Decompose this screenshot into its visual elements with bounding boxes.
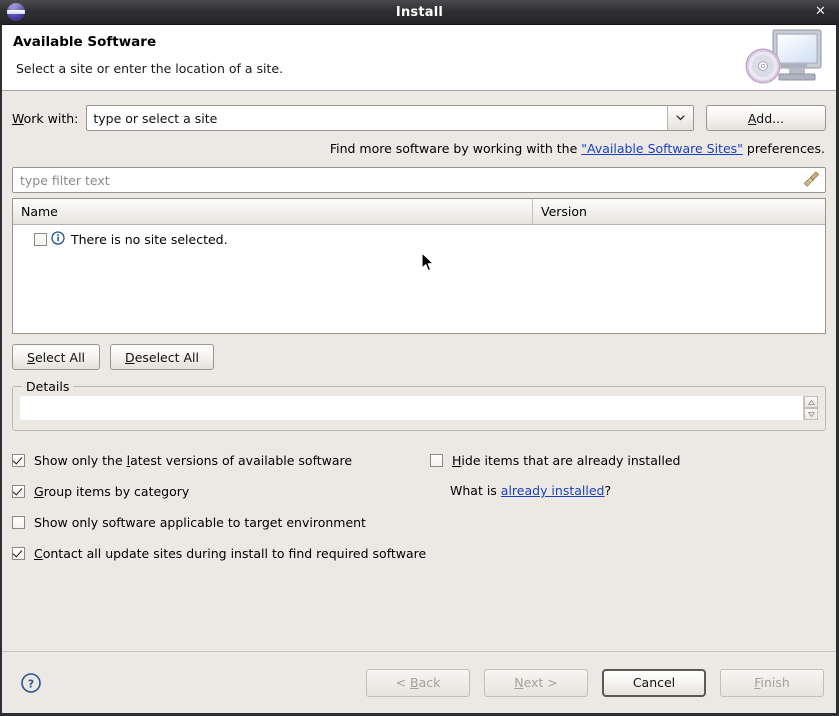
options-left-column: Show only the latest versions of availab… [12, 445, 432, 569]
add-button-rest: dd... [756, 111, 784, 126]
computer-with-disc-icon [741, 26, 827, 89]
cancel-button[interactable]: Cancel [602, 669, 706, 697]
help-question-icon[interactable]: ? [20, 672, 42, 694]
applicable-to-target-checkbox[interactable] [12, 516, 25, 529]
row-checkbox[interactable] [34, 233, 47, 246]
work-with-input[interactable]: type or select a site [87, 106, 667, 130]
install-dialog-window: Install ✕ Available Software Select a si… [0, 0, 839, 716]
work-with-label-mnemonic: W [12, 111, 24, 126]
row-name-label: There is no site selected. [71, 232, 228, 247]
column-header-name[interactable]: Name [13, 199, 533, 224]
close-icon[interactable]: ✕ [812, 3, 829, 20]
broom-icon[interactable] [800, 170, 822, 190]
work-with-combo[interactable]: type or select a site [86, 105, 694, 131]
find-more-text-after: preferences. [743, 141, 825, 156]
add-button-mnemonic: A [748, 111, 756, 126]
tree-body[interactable]: There is no site selected. [13, 225, 825, 333]
selection-buttons-row: Select All Deselect All [12, 344, 826, 370]
details-group-title: Details [22, 379, 73, 394]
title-bar: Install ✕ [0, 0, 839, 25]
scroll-down-arrow-icon[interactable] [804, 408, 818, 420]
work-with-label-rest: ork with: [24, 111, 79, 126]
page-title: Available Software [13, 34, 836, 50]
option-contact-all-update-sites[interactable]: Contact all update sites during install … [12, 538, 432, 569]
contact-all-update-sites-label: Contact all update sites during install … [34, 546, 426, 561]
column-header-version[interactable]: Version [533, 199, 825, 224]
table-row[interactable]: There is no site selected. [13, 229, 825, 249]
eclipse-logo-icon [7, 3, 25, 21]
group-by-category-checkbox[interactable] [12, 485, 25, 498]
finish-button[interactable]: Finish [720, 669, 824, 697]
show-latest-versions-label: Show only the latest versions of availab… [34, 453, 352, 468]
available-software-sites-link[interactable]: "Available Software Sites" [581, 141, 743, 156]
svg-text:?: ? [28, 677, 34, 690]
dialog-footer: ? < Back Next > Cancel Finish [2, 651, 836, 713]
wizard-banner: Available Software Select a site or ente… [2, 25, 836, 91]
hide-already-installed-checkbox[interactable] [430, 454, 443, 467]
page-subtitle: Select a site or enter the location of a… [16, 61, 836, 76]
what-is-text-after: ? [604, 483, 611, 498]
dialog-body: Work with: type or select a site Add... … [2, 91, 836, 651]
find-more-text-before: Find more software by working with the [330, 141, 581, 156]
select-all-button[interactable]: Select All [12, 344, 100, 370]
deselect-all-mnemonic: D [125, 350, 135, 365]
filter-input[interactable]: type filter text [13, 173, 800, 188]
options-section: Show only the latest versions of availab… [12, 445, 826, 555]
deselect-all-rest: eselect All [135, 350, 199, 365]
option-group-by-category[interactable]: Group items by category [12, 476, 432, 507]
what-is-text-before: What is [450, 483, 501, 498]
select-all-rest: elect All [35, 350, 85, 365]
group-by-category-label: Group items by category [34, 484, 189, 499]
find-more-software-line: Find more software by working with the "… [12, 141, 826, 156]
next-button[interactable]: Next > [484, 669, 588, 697]
window-title: Install [0, 5, 839, 20]
option-applicable-to-target[interactable]: Show only software applicable to target … [12, 507, 432, 538]
option-hide-already-installed[interactable]: Hide items that are already installed [430, 445, 830, 476]
info-icon [51, 231, 65, 248]
hide-already-installed-label: Hide items that are already installed [452, 453, 680, 468]
details-content [20, 396, 803, 420]
contact-all-update-sites-checkbox[interactable] [12, 547, 25, 560]
details-text-area[interactable] [19, 395, 819, 421]
option-show-latest-versions[interactable]: Show only the latest versions of availab… [12, 445, 432, 476]
tree-header: Name Version [13, 199, 825, 225]
show-latest-versions-checkbox[interactable] [12, 454, 25, 467]
back-button[interactable]: < Back [366, 669, 470, 697]
filter-field[interactable]: type filter text [12, 167, 826, 193]
chevron-down-icon[interactable] [667, 106, 693, 130]
scroll-up-arrow-icon[interactable] [804, 396, 818, 408]
details-group: Details [12, 386, 826, 431]
already-installed-link[interactable]: already installed [501, 483, 605, 498]
deselect-all-button[interactable]: Deselect All [110, 344, 214, 370]
options-right-column: Hide items that are already installed Wh… [430, 445, 830, 498]
applicable-to-target-label: Show only software applicable to target … [34, 515, 366, 530]
available-software-tree[interactable]: Name Version There is no site selected. [12, 198, 826, 334]
add-site-button[interactable]: Add... [706, 105, 826, 131]
work-with-row: Work with: type or select a site Add... [12, 105, 826, 131]
details-scrollbar[interactable] [803, 396, 818, 420]
work-with-label: Work with: [12, 111, 78, 126]
select-all-mnemonic: S [27, 350, 35, 365]
what-is-already-installed-line: What is already installed? [450, 483, 830, 498]
